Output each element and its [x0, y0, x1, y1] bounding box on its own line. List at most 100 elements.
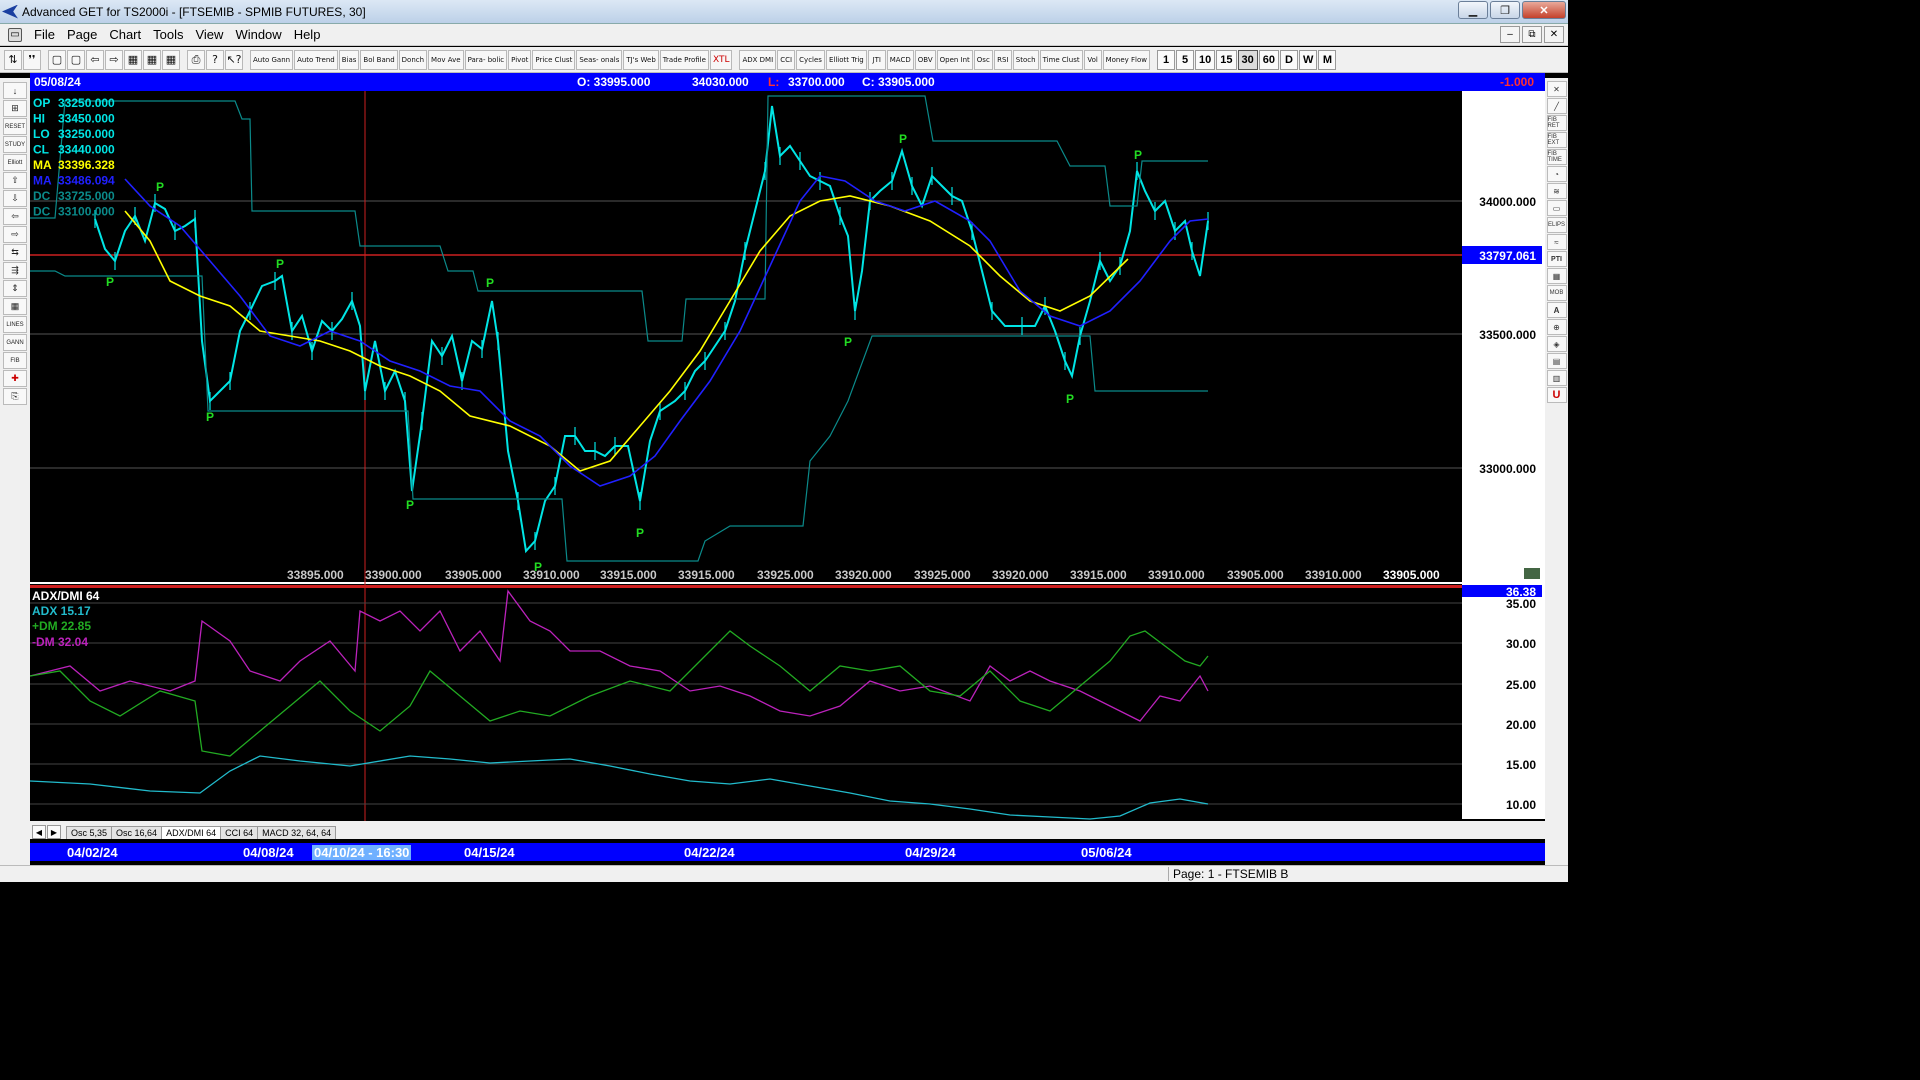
interval-30-button[interactable]: 30 [1237, 49, 1258, 70]
menu-help[interactable]: Help [288, 27, 327, 42]
forward-icon[interactable]: ⇨ [105, 49, 123, 70]
compress-icon[interactable]: ⇆ [3, 244, 27, 261]
study-bias-button[interactable]: Bias [338, 49, 360, 70]
menu-window[interactable]: Window [229, 27, 287, 42]
panel-tool-icon[interactable]: ▥ [1546, 370, 1567, 386]
interval-15-button[interactable]: 15 [1216, 49, 1237, 70]
interval-60-button[interactable]: 60 [1258, 49, 1280, 70]
fan-tool-icon[interactable]: ≋ [1546, 183, 1567, 199]
clipboard-icon[interactable]: ⎘ [3, 388, 27, 405]
osc-money-flow-button[interactable]: Money Flow [1102, 49, 1151, 70]
study-price-clust-button[interactable]: Price Clust [532, 49, 576, 70]
reset-tool-button[interactable]: RESET [3, 118, 27, 135]
tab-adx-dmi-64[interactable]: ADX/DMI 64 [161, 826, 222, 839]
quote-icon[interactable]: ❜❜ [23, 49, 41, 70]
maximize-button[interactable]: ❐ [1490, 1, 1520, 19]
zoom-tool-icon[interactable]: ⊕ [1546, 319, 1567, 335]
osc-cycles-button[interactable]: Cycles [796, 49, 825, 70]
arc-tool-icon[interactable]: ◔ [1546, 166, 1567, 182]
osc-stoch-button[interactable]: Stoch [1012, 49, 1039, 70]
osc-cci-button[interactable]: CCI [777, 49, 796, 70]
osc-rsi-button[interactable]: RSI [993, 49, 1012, 70]
osc-obv-button[interactable]: OBV [914, 49, 936, 70]
osc-macd-button[interactable]: MACD [886, 49, 914, 70]
copy-page-icon[interactable]: ▢ [67, 49, 85, 70]
scroll-down-icon[interactable]: ⇩ [3, 190, 27, 207]
help-icon[interactable]: ? [206, 49, 224, 70]
gann-tool-button[interactable]: GANN [3, 334, 27, 351]
menu-chart[interactable]: Chart [103, 27, 147, 42]
scroll-up-icon[interactable]: ⇧ [3, 172, 27, 189]
fib-time-tool-button[interactable]: FIB TIME [1546, 149, 1567, 165]
interval-monthly-button[interactable]: M [1318, 49, 1337, 70]
minimize-button[interactable]: ▁ [1458, 1, 1488, 19]
menu-view[interactable]: View [189, 27, 229, 42]
chart-area[interactable]: 34000.000 33500.000 33000.000 33797.061 P P P P… [30, 91, 1545, 821]
osc-vol-button[interactable]: Vol [1083, 49, 1102, 70]
tab-scroll-right-icon[interactable]: ▶ [47, 825, 61, 839]
wave-tool-icon[interactable]: ≈ [1546, 234, 1567, 250]
interval-daily-button[interactable]: D [1280, 49, 1299, 70]
mob-tool-button[interactable]: MOB [1546, 285, 1567, 301]
rectangle-tool-icon[interactable]: ▭ [1546, 200, 1567, 216]
interval-5-button[interactable]: 5 [1176, 49, 1195, 70]
table-icon[interactable]: ▦ [3, 298, 27, 315]
study-parabolic-button[interactable]: Para- bolic [464, 49, 508, 70]
context-help-icon[interactable]: ↖? [225, 49, 243, 70]
new-page-icon[interactable]: ▢ [48, 49, 66, 70]
osc-elliott-trig-button[interactable]: Elliott Trig [825, 49, 867, 70]
fib-tool-button[interactable]: FIB [3, 352, 27, 369]
menu-page[interactable]: Page [61, 27, 103, 42]
mdi-restore-button[interactable]: ⧉ [1522, 26, 1542, 43]
interval-weekly-button[interactable]: W [1299, 49, 1318, 70]
fib-ret-tool-button[interactable]: FIB RET [1546, 115, 1567, 131]
list-tool-icon[interactable]: ▤ [1546, 353, 1567, 369]
interval-10-button[interactable]: 10 [1195, 49, 1216, 70]
osc-time-clust-button[interactable]: Time Clust [1039, 49, 1083, 70]
tab-osc-5-35[interactable]: Osc 5,35 [66, 826, 113, 839]
tab-macd[interactable]: MACD 32, 64, 64 [257, 826, 337, 839]
vertical-scale-icon[interactable]: ⇕ [3, 280, 27, 297]
grid-tool-icon-right[interactable]: ▦ [1546, 268, 1567, 284]
study-donch-button[interactable]: Donch [398, 49, 428, 70]
study-bol-band-button[interactable]: Bol Band [360, 49, 398, 70]
text-tool-icon[interactable]: A [1546, 302, 1567, 318]
ellipse-tool-button[interactable]: ELIPS [1546, 217, 1567, 233]
expand-icon[interactable]: ⇶ [3, 262, 27, 279]
menu-file[interactable]: File [28, 27, 61, 42]
lines-tool-button[interactable]: LINES [3, 316, 27, 333]
tab-cci-64[interactable]: CCI 64 [220, 826, 259, 839]
scroll-right-icon[interactable]: ⇨ [3, 226, 27, 243]
study-seasonals-button[interactable]: Seas- onals [576, 49, 623, 70]
mdi-close-button[interactable]: ✕ [1544, 26, 1564, 43]
tab-osc-16-64[interactable]: Osc 16,64 [111, 826, 163, 839]
close-button[interactable]: ✕ [1522, 1, 1566, 19]
study-trade-profile-button[interactable]: Trade Profile [659, 49, 709, 70]
document-icon[interactable]: ▭ [8, 27, 22, 42]
study-tjs-web-button[interactable]: TJ's Web [623, 49, 659, 70]
osc-jti-button[interactable]: JTI [867, 49, 886, 70]
close-tool-icon[interactable]: ✕ [1546, 81, 1567, 97]
trendline-tool-icon[interactable]: ╱ [1546, 98, 1567, 114]
print-icon[interactable]: ⎙ [187, 49, 205, 70]
scroll-left-icon[interactable]: ⇦ [3, 208, 27, 225]
study-auto-trend-button[interactable]: Auto Trend [294, 49, 338, 70]
fib-ext-tool-button[interactable]: FIB EXT [1546, 132, 1567, 148]
crosshair-icon[interactable]: ✚ [3, 370, 27, 387]
osc-adx-dmi-button[interactable]: ADX DMI [739, 49, 777, 70]
marker-tool-icon[interactable]: ◈ [1546, 336, 1567, 352]
study-xtl-button[interactable]: XTL [709, 49, 733, 70]
menu-tools[interactable]: Tools [147, 27, 189, 42]
study-pivot-button[interactable]: Pivot [508, 49, 532, 70]
study-auto-gann-button[interactable]: Auto Gann [250, 49, 294, 70]
pti-tool-button[interactable]: PTI [1546, 251, 1567, 267]
osc-open-int-button[interactable]: Open Int [936, 49, 973, 70]
osc-osc-button[interactable]: Osc [973, 49, 993, 70]
sort-icon[interactable]: ⇅ [4, 49, 22, 70]
magnet-tool-icon[interactable]: U [1546, 387, 1567, 403]
tab-scroll-left-icon[interactable]: ◀ [32, 825, 46, 839]
grid-icon[interactable]: ▦ [124, 49, 142, 70]
study-mov-ave-button[interactable]: Mov Ave [428, 49, 464, 70]
back-icon[interactable]: ⇦ [86, 49, 104, 70]
elliott-tool-button[interactable]: Elliott [3, 154, 27, 171]
